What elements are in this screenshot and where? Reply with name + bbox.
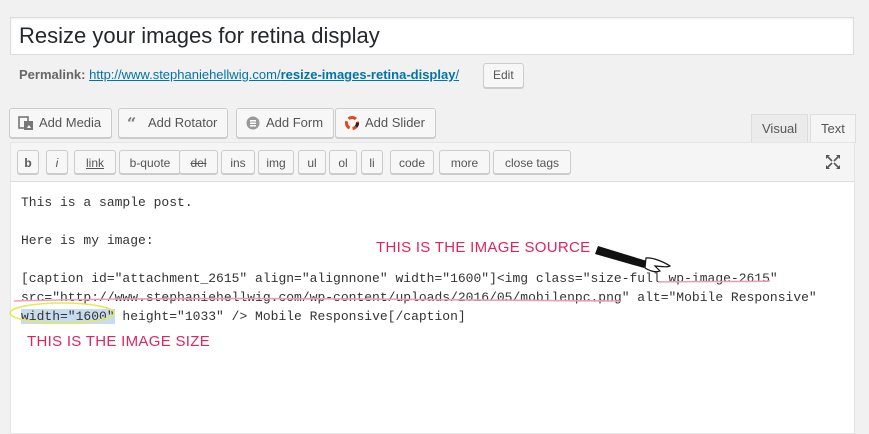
qt-del-button[interactable]: del [179,150,218,174]
content-line: [caption id="attachment_2615" align="ali… [21,271,778,286]
add-form-button[interactable]: Add Form [236,108,335,138]
width-highlight: width="1600" [21,309,115,324]
image-source-annotation: THIS IS THE IMAGE SOURCE [376,239,591,256]
permalink-link[interactable]: http://www.stephaniehellwig.com/resize-i… [89,67,459,82]
quicktags-toolbar: b i link b-quote del ins img ul ol li co… [11,143,854,182]
image-size-annotation: THIS IS THE IMAGE SIZE [27,333,211,350]
qt-ol-button[interactable]: ol [329,150,357,174]
qt-link-button[interactable]: link [74,150,116,174]
permalink-label: Permalink: [19,67,86,82]
add-rotator-label: Add Rotator [148,115,218,130]
fullscreen-icon[interactable] [825,154,841,170]
form-icon [246,116,260,130]
qt-blockquote-button[interactable]: b-quote [119,150,181,174]
slider-icon [345,116,359,130]
content-line: src="http://www.stephaniehellwig.com/wp-… [21,290,817,305]
add-slider-label: Add Slider [365,115,425,130]
post-title-input[interactable]: Resize your images for retina display [19,23,380,49]
permalink-row: Permalink: http://www.stephaniehellwig.c… [19,67,459,83]
media-icon [18,116,33,130]
qt-ins-button[interactable]: ins [221,150,255,174]
post-title-field[interactable]: Resize your images for retina display [10,17,854,55]
editor-content[interactable]: This is a sample post. Here is my image:… [21,193,817,326]
qt-bold-button[interactable]: b [17,150,39,174]
svg-text:“: “ [127,115,136,131]
rotator-icon: “ [127,115,136,131]
text-editor[interactable]: b i link b-quote del ins img ul ol li co… [10,142,855,434]
add-media-button[interactable]: Add Media [9,108,113,138]
qt-li-button[interactable]: li [361,150,383,174]
add-slider-button[interactable]: Add Slider [335,108,436,138]
add-media-label: Add Media [39,115,102,130]
add-rotator-button[interactable]: “ Add Rotator [118,108,229,138]
edit-permalink-button[interactable]: Edit [483,63,524,88]
qt-italic-button[interactable]: i [46,150,68,174]
qt-img-button[interactable]: img [258,150,294,174]
qt-ul-button[interactable]: ul [298,150,326,174]
content-line: This is a sample post. [21,195,193,210]
tab-visual[interactable]: Visual [751,114,809,143]
qt-close-tags-button[interactable]: close tags [493,150,571,174]
qt-more-button[interactable]: more [439,150,490,174]
qt-code-button[interactable]: code [390,150,434,174]
content-line: width="1600" height="1033" /> Mobile Res… [21,309,466,324]
add-form-label: Add Form [266,115,324,130]
tab-text[interactable]: Text [810,114,856,143]
